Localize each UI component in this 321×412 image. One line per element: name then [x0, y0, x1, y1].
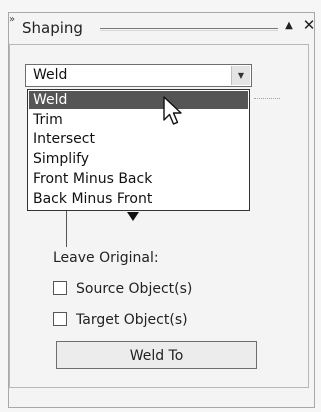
pin-icon[interactable]: ▲	[282, 19, 296, 33]
dropdown-option-simplify[interactable]: Simplify	[29, 150, 248, 168]
chevron-down-icon[interactable]: ▼	[231, 66, 250, 85]
source-objects-option[interactable]: Source Object(s)	[53, 280, 253, 298]
target-objects-checkbox[interactable]	[53, 312, 67, 326]
source-objects-label[interactable]: Source Object(s)	[76, 280, 192, 298]
dropdown-option-weld[interactable]: Weld	[29, 91, 248, 109]
dropdown-option-back-minus-front[interactable]: Back Minus Front	[29, 190, 248, 208]
preview-arrow-icon	[127, 212, 139, 221]
target-objects-label[interactable]: Target Object(s)	[76, 311, 188, 329]
operation-dropdown-list: Weld Trim Intersect Simplify Front Minus…	[27, 89, 250, 211]
docker-title: Shaping	[22, 19, 83, 37]
close-icon[interactable]: ✕	[302, 18, 316, 33]
dropdown-option-intersect[interactable]: Intersect	[29, 130, 248, 148]
preview-connector-line	[254, 98, 280, 100]
leave-original-label: Leave Original:	[53, 250, 159, 266]
preview-vertical-line	[66, 211, 67, 247]
title-divider	[100, 28, 278, 31]
dropdown-option-trim[interactable]: Trim	[29, 111, 248, 129]
target-objects-option[interactable]: Target Object(s)	[53, 311, 253, 329]
source-objects-checkbox[interactable]	[53, 281, 67, 295]
arrow-pointer-icon	[163, 96, 182, 125]
operation-select[interactable]: Weld ▼	[25, 64, 252, 87]
dropdown-option-front-minus-back[interactable]: Front Minus Back	[29, 170, 248, 188]
weld-to-button[interactable]: Weld To	[56, 341, 257, 369]
grip-icon[interactable]: »	[9, 15, 15, 25]
operation-select-value: Weld	[33, 67, 68, 83]
